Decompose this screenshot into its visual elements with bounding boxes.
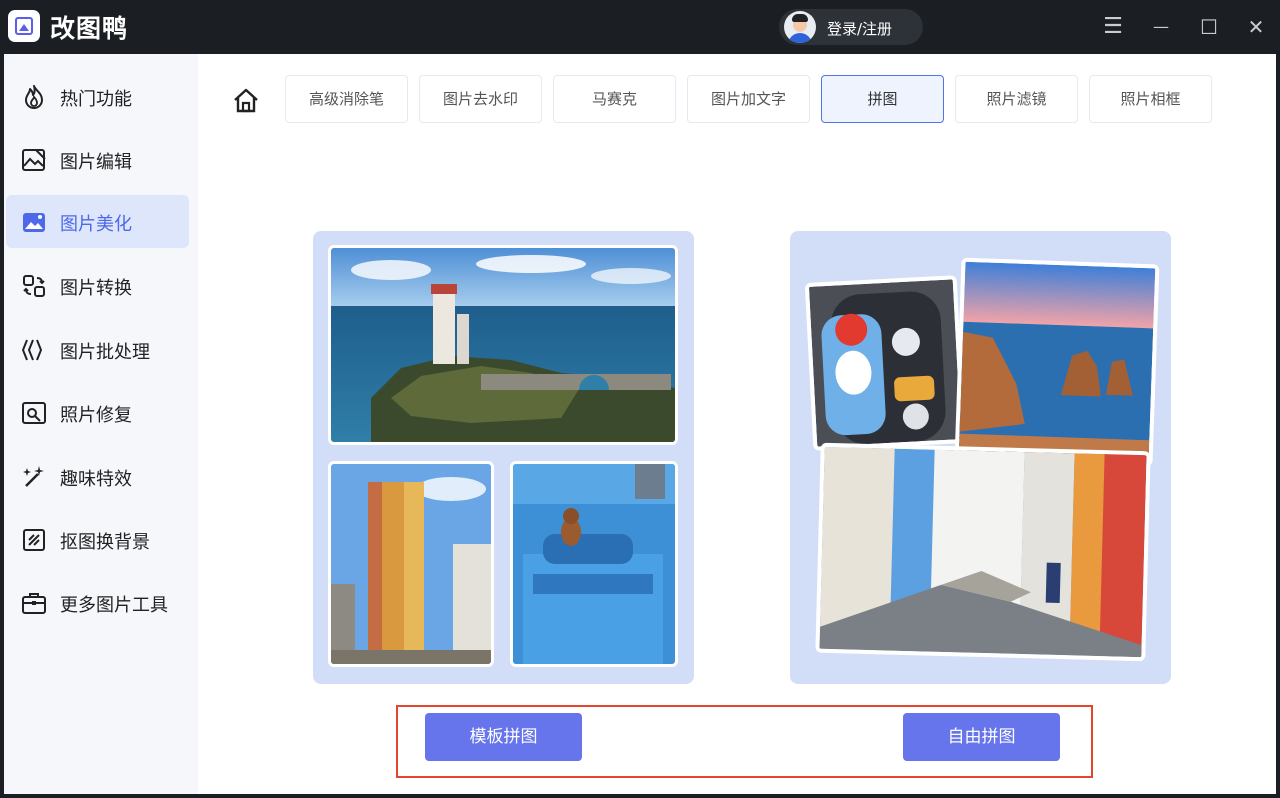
sidebar-item-fun-effects[interactable]: 趣味特效 [6,450,189,503]
tab-collage[interactable]: 拼图 [821,75,944,123]
login-button[interactable]: 登录/注册 [779,9,923,45]
cutout-icon [23,529,45,551]
app-title: 改图鸭 [50,14,129,43]
close-icon[interactable]: ✕ [1243,14,1269,40]
avatar [784,11,816,43]
app-window: 热门功能 图片编辑 图片美化 图片转换 图片批处理 照片修复 趣味特效 抠图换背… [4,54,1276,794]
home-icon[interactable] [232,87,260,115]
street-photo [815,442,1151,662]
free-collage-preview[interactable] [790,231,1171,684]
highlight-frame [396,705,1093,778]
tab-mosaic[interactable]: 马赛克 [553,75,676,123]
toolbox-icon [22,593,46,614]
title-bar: 改图鸭 登录/注册 ☰ — ☐ ✕ [0,0,1280,54]
sidebar-item-label: 照片修复 [60,405,132,426]
tab-photo-filter[interactable]: 照片滤镜 [955,75,1078,123]
photo-repair-icon [22,402,46,424]
sidebar-item-label: 趣味特效 [60,469,132,490]
tab-photo-frame[interactable]: 照片相框 [1089,75,1212,123]
sidebar-item-batch[interactable]: 图片批处理 [6,323,189,376]
minimize-icon[interactable]: — [1148,14,1174,40]
maximize-icon[interactable]: ☐ [1196,14,1222,40]
sidebar: 热门功能 图片编辑 图片美化 图片转换 图片批处理 照片修复 趣味特效 抠图换背… [4,54,198,794]
sidebar-item-image-beautify[interactable]: 图片美化 [6,195,189,248]
tab-watermark-remove[interactable]: 图片去水印 [419,75,542,123]
convert-icon [23,275,45,297]
sidebar-item-label: 热门功能 [60,89,132,110]
stickers-photo [804,275,966,451]
sidebar-item-image-edit[interactable]: 图片编辑 [6,133,189,186]
tower-photo [328,461,494,667]
batch-icon [21,339,43,361]
flame-icon [25,85,43,109]
image-beautify-icon [23,213,45,232]
tab-add-text[interactable]: 图片加文字 [687,75,810,123]
sidebar-item-label: 图片批处理 [60,342,150,363]
menu-icon[interactable]: ☰ [1100,14,1126,40]
sidebar-item-label: 图片美化 [60,214,132,235]
app-logo-icon [8,10,40,42]
main-content: 高级消除笔 图片去水印 马赛克 图片加文字 拼图 照片滤镜 照片相框 模板拼图 … [198,54,1276,794]
sidebar-item-label: 抠图换背景 [60,532,150,553]
template-collage-preview[interactable] [313,231,694,684]
dog-photo [510,461,678,667]
sidebar-item-label: 图片转换 [60,278,132,299]
lighthouse-photo [328,245,678,445]
tab-advanced-eraser[interactable]: 高级消除笔 [285,75,408,123]
sidebar-item-image-convert[interactable]: 图片转换 [6,259,189,312]
image-edit-icon [22,149,46,171]
sidebar-item-cutout[interactable]: 抠图换背景 [6,513,189,566]
sidebar-item-label: 图片编辑 [60,152,132,173]
login-label: 登录/注册 [827,20,893,38]
sidebar-item-hot[interactable]: 热门功能 [6,70,189,123]
sidebar-item-photo-repair[interactable]: 照片修复 [6,386,189,439]
sea-rocks-photo [954,257,1160,467]
sidebar-item-label: 更多图片工具 [60,595,168,616]
magic-wand-icon [23,466,44,487]
sidebar-item-more-tools[interactable]: 更多图片工具 [6,576,189,629]
